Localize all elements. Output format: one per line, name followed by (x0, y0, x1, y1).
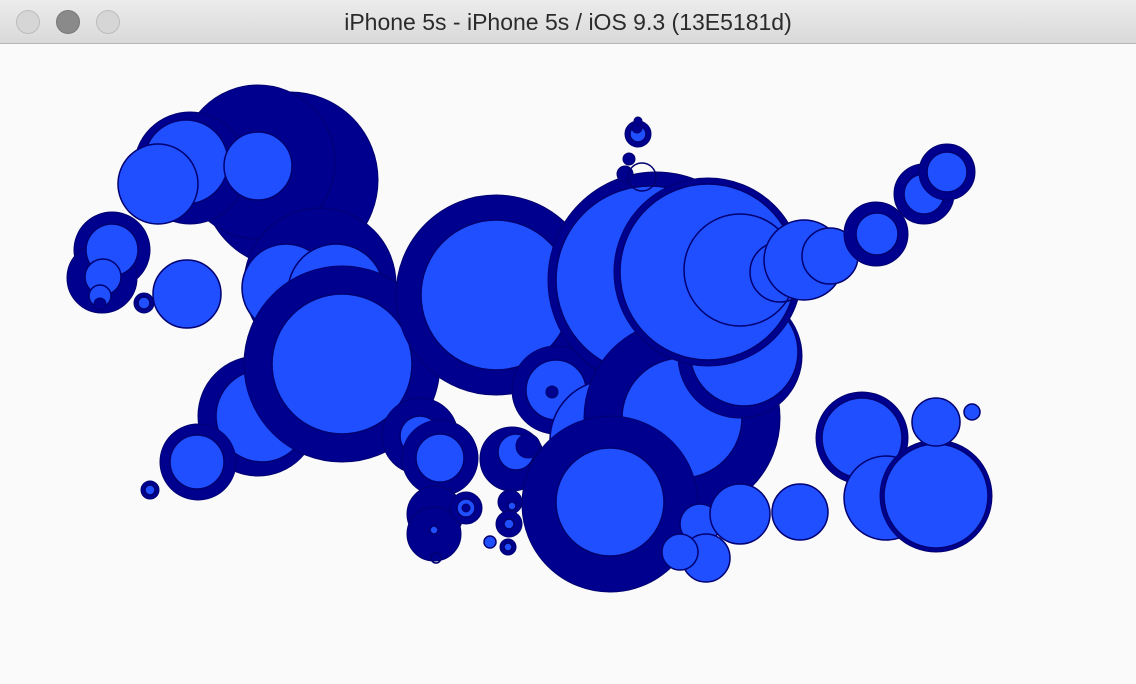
bubble-light (503, 518, 515, 530)
bubble-dark (515, 433, 541, 459)
bubble-light (855, 212, 899, 256)
bubble-light (223, 131, 293, 201)
bubble-dark (622, 152, 636, 166)
bubble-light (152, 259, 222, 329)
bubble-dark (633, 116, 643, 126)
bubble-light (926, 151, 968, 193)
bubble-dark (93, 297, 107, 311)
bubble-light (555, 447, 665, 557)
bubble-light (883, 443, 989, 549)
bubble-light (507, 501, 517, 511)
bubble-dark (545, 385, 559, 399)
bubble-light (429, 525, 439, 535)
bubble-light (415, 433, 465, 483)
bubble-light (661, 533, 699, 571)
bubble-dark (461, 503, 471, 513)
bubble-light (771, 483, 829, 541)
bubble-light (911, 397, 961, 447)
bubble-light (117, 143, 199, 225)
bubble-light (169, 434, 225, 490)
title-bar[interactable]: iPhone 5s - iPhone 5s / iOS 9.3 (13E5181… (0, 0, 1136, 44)
bubble-light (963, 403, 981, 421)
simulator-window: iPhone 5s - iPhone 5s / iOS 9.3 (13E5181… (0, 0, 1136, 684)
bubble-light (144, 484, 156, 496)
bubble-light (503, 542, 513, 552)
window-title: iPhone 5s - iPhone 5s / iOS 9.3 (13E5181… (344, 9, 792, 35)
bubble-light (137, 296, 151, 310)
bubble-light (709, 483, 771, 545)
bubble-light (483, 535, 497, 549)
simulator-screen[interactable] (0, 44, 1136, 684)
bubble-canvas (66, 84, 993, 593)
